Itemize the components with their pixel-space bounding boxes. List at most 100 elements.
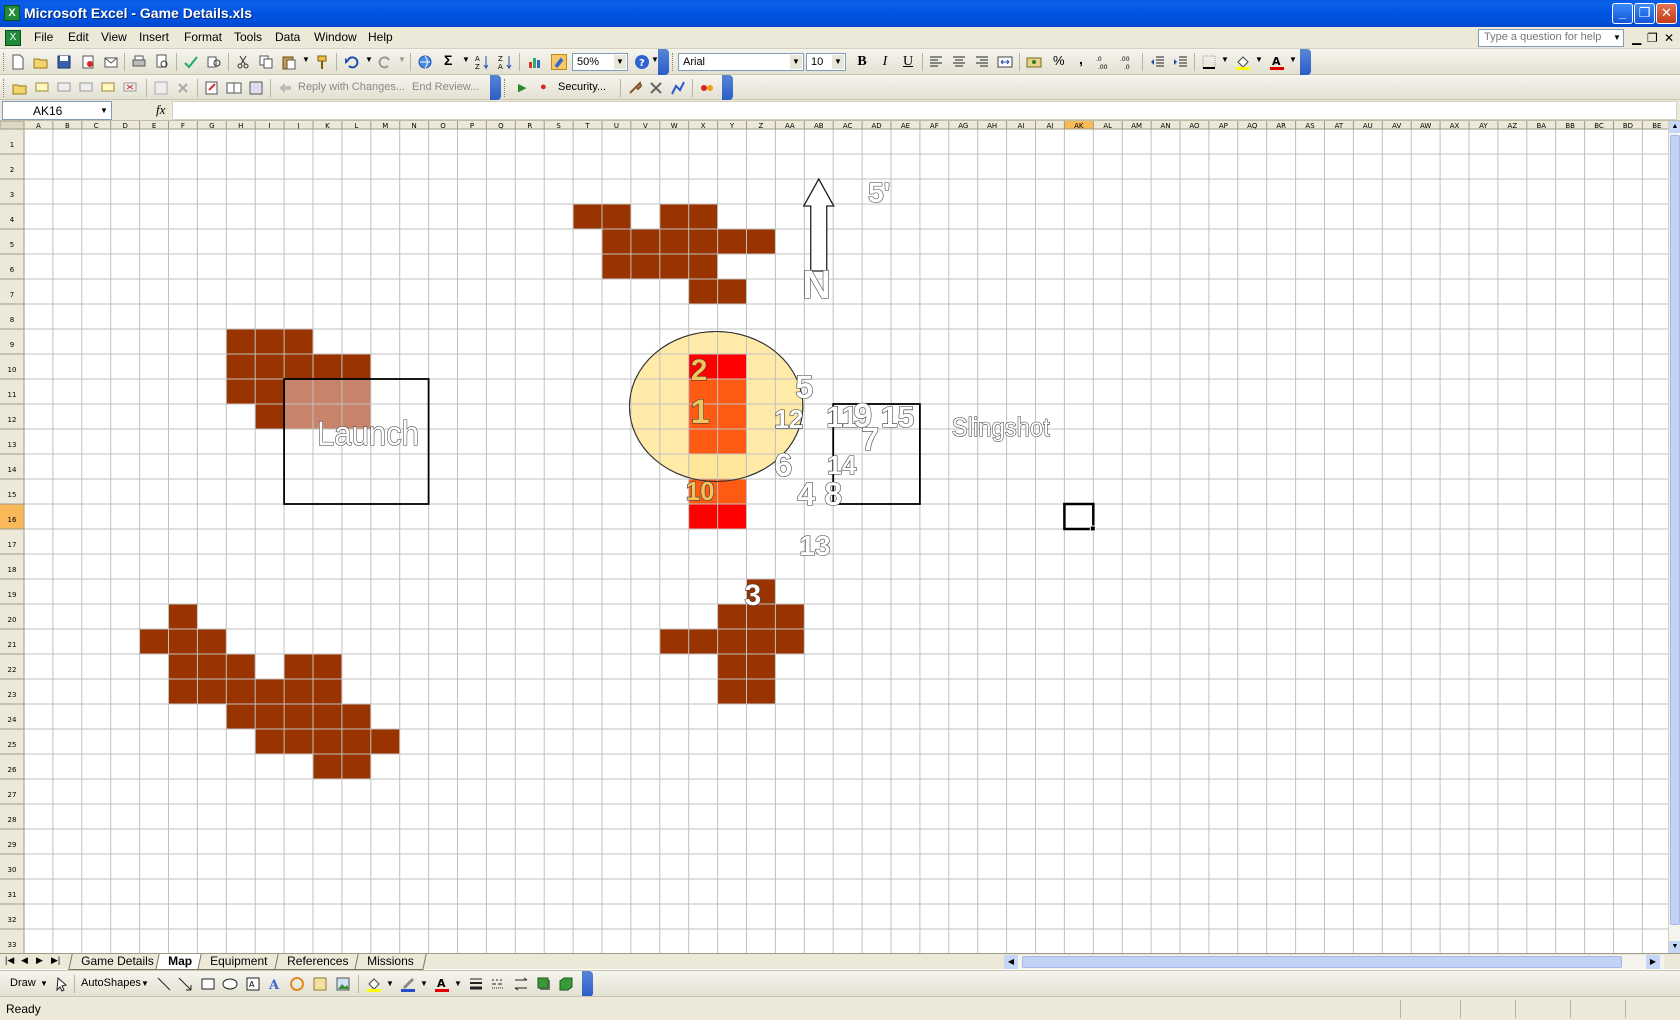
borders-dropdown-icon[interactable]: ▼ bbox=[1221, 55, 1229, 64]
row-header[interactable]: 24 bbox=[8, 716, 17, 724]
font-chevron-down-icon[interactable]: ▼ bbox=[790, 55, 802, 69]
run-macro-icon[interactable]: ▶ bbox=[518, 81, 526, 94]
row-header[interactable]: 4 bbox=[10, 216, 15, 224]
reviewing-toolbar-grip[interactable] bbox=[3, 79, 6, 97]
arrow-icon[interactable] bbox=[177, 976, 193, 992]
delete-comment-icon[interactable] bbox=[122, 80, 138, 96]
row-header[interactable]: 11 bbox=[8, 391, 17, 399]
align-right-icon[interactable] bbox=[974, 54, 990, 70]
next-comment-icon[interactable] bbox=[78, 80, 94, 96]
percent-button[interactable]: % bbox=[1053, 53, 1065, 68]
permission-icon[interactable] bbox=[80, 54, 96, 70]
cut-icon[interactable] bbox=[235, 54, 251, 70]
tab-equipment[interactable]: Equipment bbox=[197, 954, 281, 970]
chart-wizard-icon[interactable] bbox=[527, 54, 543, 70]
menu-help[interactable]: Help bbox=[368, 30, 393, 44]
scroll-left-arrow-icon[interactable]: ◀ bbox=[1004, 955, 1018, 969]
email-icon[interactable] bbox=[103, 54, 119, 70]
italic-button[interactable]: I bbox=[876, 54, 894, 70]
security-button[interactable]: Security... bbox=[558, 81, 606, 93]
reviewing-pane-icon[interactable] bbox=[248, 80, 264, 96]
track-changes-icon[interactable] bbox=[153, 80, 169, 96]
worksheet-canvas[interactable]: A B C D E F G H I J K L M N O P Q R S T U V W X Y Z AA AB AC AD AE AF AG… bbox=[0, 121, 1668, 953]
row-header[interactable]: 27 bbox=[8, 791, 17, 799]
scroll-up-arrow-icon[interactable]: ▲ bbox=[1669, 121, 1680, 133]
first-sheet-icon[interactable]: |◀ bbox=[5, 955, 14, 966]
record-macro-icon[interactable]: ● bbox=[540, 81, 547, 93]
doc-minimize-button[interactable]: ▁ bbox=[1632, 31, 1641, 45]
dash-style-icon[interactable] bbox=[490, 976, 506, 992]
draw-font-color-dropdown-icon[interactable]: ▼ bbox=[454, 979, 462, 988]
insert-function-button[interactable]: fx bbox=[156, 102, 165, 118]
tab-game-details[interactable]: Game Details bbox=[68, 954, 167, 970]
3d-style-icon[interactable] bbox=[558, 976, 574, 992]
copy-icon[interactable] bbox=[258, 54, 274, 70]
row-header[interactable]: 2 bbox=[10, 166, 14, 174]
draw-menu-button[interactable]: Draw bbox=[10, 977, 36, 989]
row-header[interactable]: 21 bbox=[8, 641, 17, 649]
row-header[interactable]: 15 bbox=[8, 491, 17, 499]
research-icon[interactable] bbox=[206, 54, 222, 70]
new-comment-icon[interactable] bbox=[34, 80, 50, 96]
fill-color-dropdown-icon[interactable]: ▼ bbox=[1255, 55, 1263, 64]
bold-button[interactable]: B bbox=[853, 54, 871, 70]
doc-restore-button[interactable]: ❐ bbox=[1647, 31, 1658, 45]
row-header[interactable]: 19 bbox=[8, 591, 17, 599]
name-box[interactable]: AK16 bbox=[2, 101, 112, 120]
reject-icon[interactable] bbox=[175, 80, 191, 96]
increase-indent-icon[interactable] bbox=[1172, 54, 1188, 70]
merge-center-icon[interactable] bbox=[997, 54, 1013, 70]
align-left-icon[interactable] bbox=[928, 54, 944, 70]
control-toolbox-icon[interactable] bbox=[648, 80, 664, 96]
design-mode-icon[interactable] bbox=[670, 80, 686, 96]
menu-tools[interactable]: Tools bbox=[234, 30, 262, 44]
currency-icon[interactable] bbox=[1026, 54, 1042, 70]
sort-ascending-icon[interactable]: AZ bbox=[474, 54, 490, 70]
row-header[interactable]: 25 bbox=[8, 741, 17, 749]
shadow-style-icon[interactable] bbox=[536, 976, 552, 992]
restore-button[interactable]: ❐ bbox=[1634, 3, 1655, 24]
row-header[interactable]: 5 bbox=[10, 241, 14, 249]
row-header[interactable]: 30 bbox=[8, 866, 17, 874]
reply-with-changes-button[interactable]: Reply with Changes... bbox=[298, 81, 405, 93]
edit-comment-icon[interactable] bbox=[204, 80, 220, 96]
menu-view[interactable]: View bbox=[101, 30, 127, 44]
formatting-toolbar-grip[interactable] bbox=[672, 53, 675, 71]
row-header[interactable]: 14 bbox=[8, 466, 17, 474]
excel-app-icon[interactable]: X bbox=[4, 5, 20, 21]
menu-format[interactable]: Format bbox=[184, 30, 222, 44]
row-header[interactable]: 17 bbox=[8, 541, 17, 549]
toolbar-options-button[interactable] bbox=[658, 49, 669, 75]
row-header[interactable]: 3 bbox=[10, 191, 14, 199]
redo-icon[interactable] bbox=[377, 54, 393, 70]
active-cell-selection[interactable] bbox=[1063, 502, 1095, 531]
spelling-icon[interactable] bbox=[183, 54, 199, 70]
worksheet-grid[interactable]: A B C D E F G H I J K L M N O P Q R S T U V W X Y Z AA AB AC AD AE AF AG… bbox=[0, 121, 1668, 953]
decrease-indent-icon[interactable] bbox=[1149, 54, 1165, 70]
row-header[interactable]: 9 bbox=[10, 341, 14, 349]
fill-handle[interactable] bbox=[1089, 525, 1096, 532]
vertical-scroll-thumb[interactable] bbox=[1670, 135, 1680, 925]
previous-sheet-icon[interactable]: ◀ bbox=[21, 955, 28, 966]
help-search-input[interactable]: Type a question for help bbox=[1478, 29, 1624, 47]
name-box-dropdown-icon[interactable]: ▼ bbox=[100, 106, 108, 115]
horizontal-scrollbar[interactable]: ◀ ▶ bbox=[1004, 955, 1664, 969]
toolbar-grip[interactable] bbox=[3, 53, 6, 71]
formatting-options-button[interactable] bbox=[1300, 49, 1311, 75]
document-icon[interactable]: X bbox=[5, 30, 21, 46]
diagram-icon[interactable] bbox=[289, 976, 305, 992]
line-color-icon[interactable] bbox=[400, 976, 416, 992]
autoshapes-menu-button[interactable]: AutoShapes bbox=[81, 977, 141, 989]
visual-basic-editor-icon[interactable] bbox=[627, 80, 643, 96]
show-comment-icon[interactable] bbox=[100, 80, 116, 96]
macro-options-button[interactable] bbox=[722, 75, 733, 100]
redo-dropdown-icon[interactable]: ▼ bbox=[398, 55, 406, 64]
next-sheet-icon[interactable]: ▶ bbox=[36, 955, 43, 966]
save-icon[interactable] bbox=[56, 54, 72, 70]
macro-toolbar-grip[interactable] bbox=[504, 79, 507, 97]
borders-icon[interactable] bbox=[1201, 54, 1217, 70]
menu-window[interactable]: Window bbox=[314, 30, 357, 44]
reply-icon[interactable] bbox=[277, 80, 293, 96]
draw-fill-dropdown-icon[interactable]: ▼ bbox=[386, 979, 394, 988]
menu-insert[interactable]: Insert bbox=[139, 30, 169, 44]
